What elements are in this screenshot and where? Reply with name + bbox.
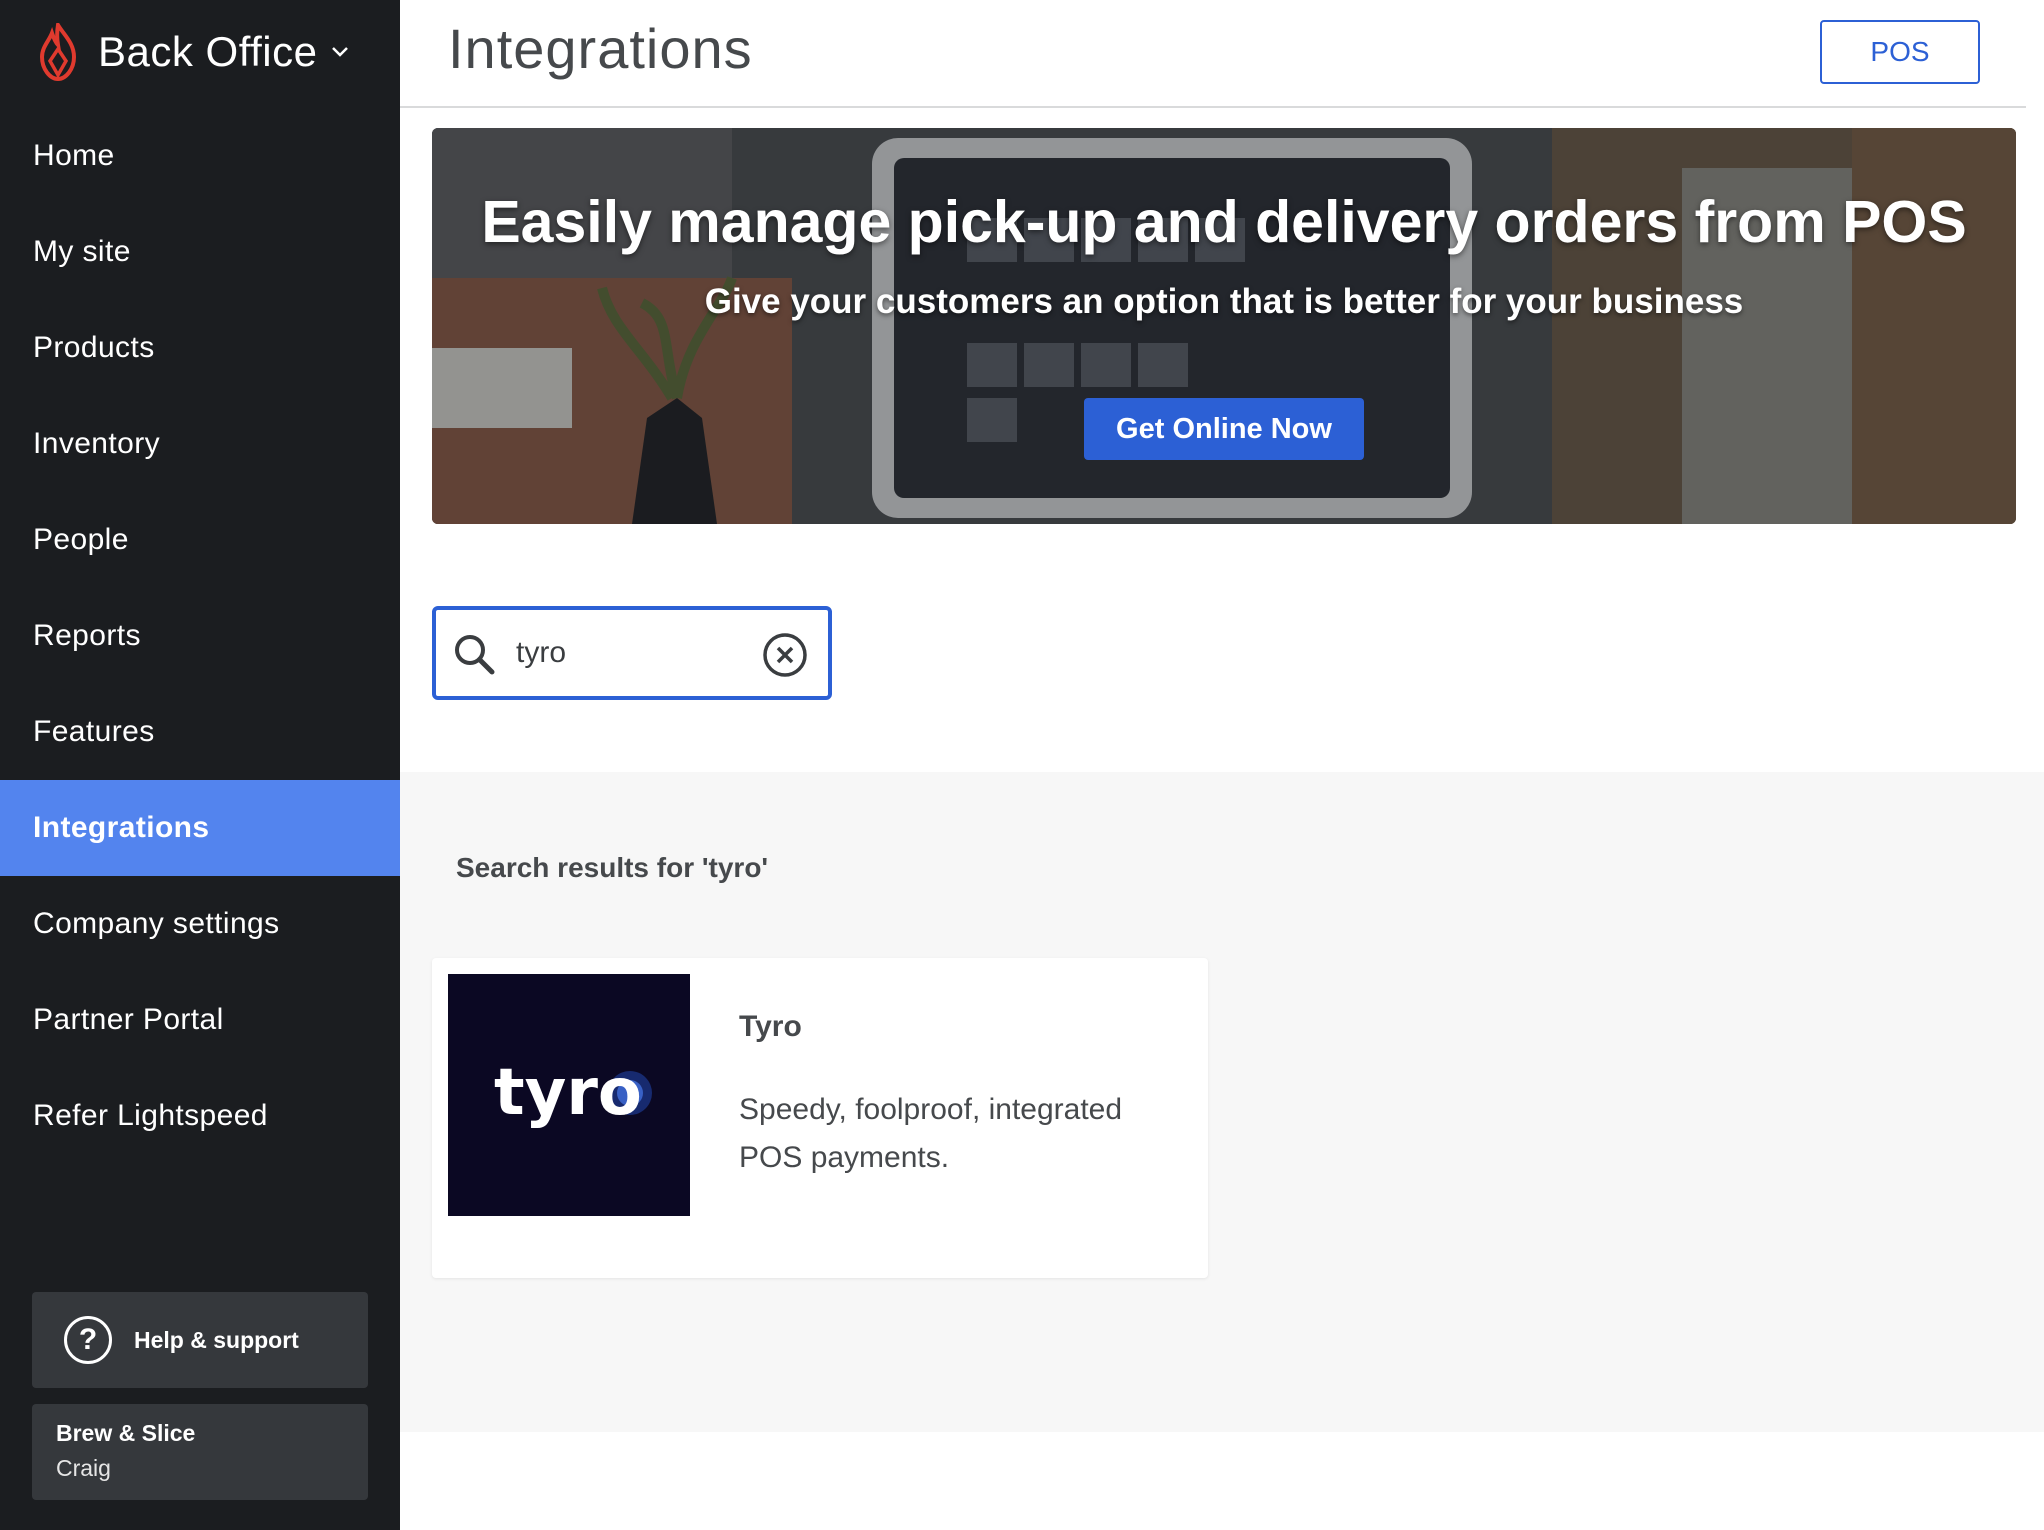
sidebar-item-label: Refer Lightspeed	[33, 1099, 268, 1132]
clear-search-icon[interactable]	[762, 632, 808, 678]
sidebar-item-label: My site	[33, 235, 131, 268]
tyro-logo-tile: tyro	[448, 974, 690, 1216]
promo-banner: Easily manage pick-up and delivery order…	[432, 128, 2016, 524]
sidebar-item-people[interactable]: People	[0, 492, 400, 588]
chevron-down-icon	[332, 47, 349, 57]
app-window: Back Office Home My site Products Invent…	[0, 0, 2044, 1530]
sidebar-item-label: Reports	[33, 619, 141, 652]
sidebar-item-label: Company settings	[33, 907, 280, 940]
brand-title: Back Office	[98, 28, 318, 75]
integration-card-title: Tyro	[739, 1010, 802, 1043]
lightspeed-flame-icon	[39, 23, 77, 81]
banner-headline: Easily manage pick-up and delivery order…	[481, 189, 1967, 255]
sidebar-item-reports[interactable]: Reports	[0, 588, 400, 684]
sidebar-item-products[interactable]: Products	[0, 300, 400, 396]
sidebar-item-company-settings[interactable]: Company settings	[0, 876, 400, 972]
sidebar-item-integrations[interactable]: Integrations	[0, 780, 400, 876]
search-results-section: Search results for 'tyro' tyro Tyro Spee…	[400, 772, 2044, 1432]
account-switcher[interactable]: Brew & Slice Craig	[32, 1404, 368, 1500]
page-header: Integrations POS	[400, 0, 2026, 108]
sidebar-item-partner-portal[interactable]: Partner Portal	[0, 972, 400, 1068]
search-input[interactable]	[516, 630, 746, 676]
sidebar-item-label: Features	[33, 715, 155, 748]
integration-card-description: Speedy, foolproof, integrated POS paymen…	[739, 1093, 1123, 1174]
banner-subtitle: Give your customers an option that is be…	[704, 282, 1744, 321]
help-circle-icon: ?	[64, 1316, 112, 1364]
sidebar-nav: Home My site Products Inventory People R…	[0, 108, 400, 1164]
sidebar-item-my-site[interactable]: My site	[0, 204, 400, 300]
search-results-heading: Search results for 'tyro'	[456, 852, 769, 883]
sidebar-item-label: Products	[33, 331, 155, 364]
account-business-name: Brew & Slice	[56, 1420, 196, 1446]
sidebar-item-label: Partner Portal	[33, 1003, 224, 1036]
sidebar-item-label: People	[33, 523, 129, 556]
pos-button[interactable]: POS	[1820, 20, 1980, 84]
sidebar-item-label: Integrations	[33, 811, 210, 844]
sidebar-item-inventory[interactable]: Inventory	[0, 396, 400, 492]
sidebar: Back Office Home My site Products Invent…	[0, 0, 400, 1530]
brand-switcher[interactable]: Back Office	[36, 20, 349, 84]
get-online-now-button[interactable]: Get Online Now	[1084, 398, 1364, 460]
sidebar-item-features[interactable]: Features	[0, 684, 400, 780]
integration-search-field[interactable]	[432, 606, 832, 700]
search-icon	[455, 635, 495, 675]
account-user-name: Craig	[56, 1455, 111, 1481]
sidebar-item-refer-lightspeed[interactable]: Refer Lightspeed	[0, 1068, 400, 1164]
help-support-label: Help & support	[134, 1326, 299, 1353]
page-title: Integrations	[448, 17, 753, 80]
help-support-button[interactable]: ? Help & support	[32, 1292, 368, 1388]
tyro-logo-text: tyro	[494, 1056, 642, 1130]
integration-card-tyro[interactable]: tyro Tyro Speedy, foolproof, integrated …	[432, 958, 1208, 1278]
sidebar-item-label: Inventory	[33, 427, 160, 460]
tyro-logo-icon: tyro	[448, 974, 690, 1216]
sidebar-item-home[interactable]: Home	[0, 108, 400, 204]
sidebar-item-label: Home	[33, 139, 115, 172]
